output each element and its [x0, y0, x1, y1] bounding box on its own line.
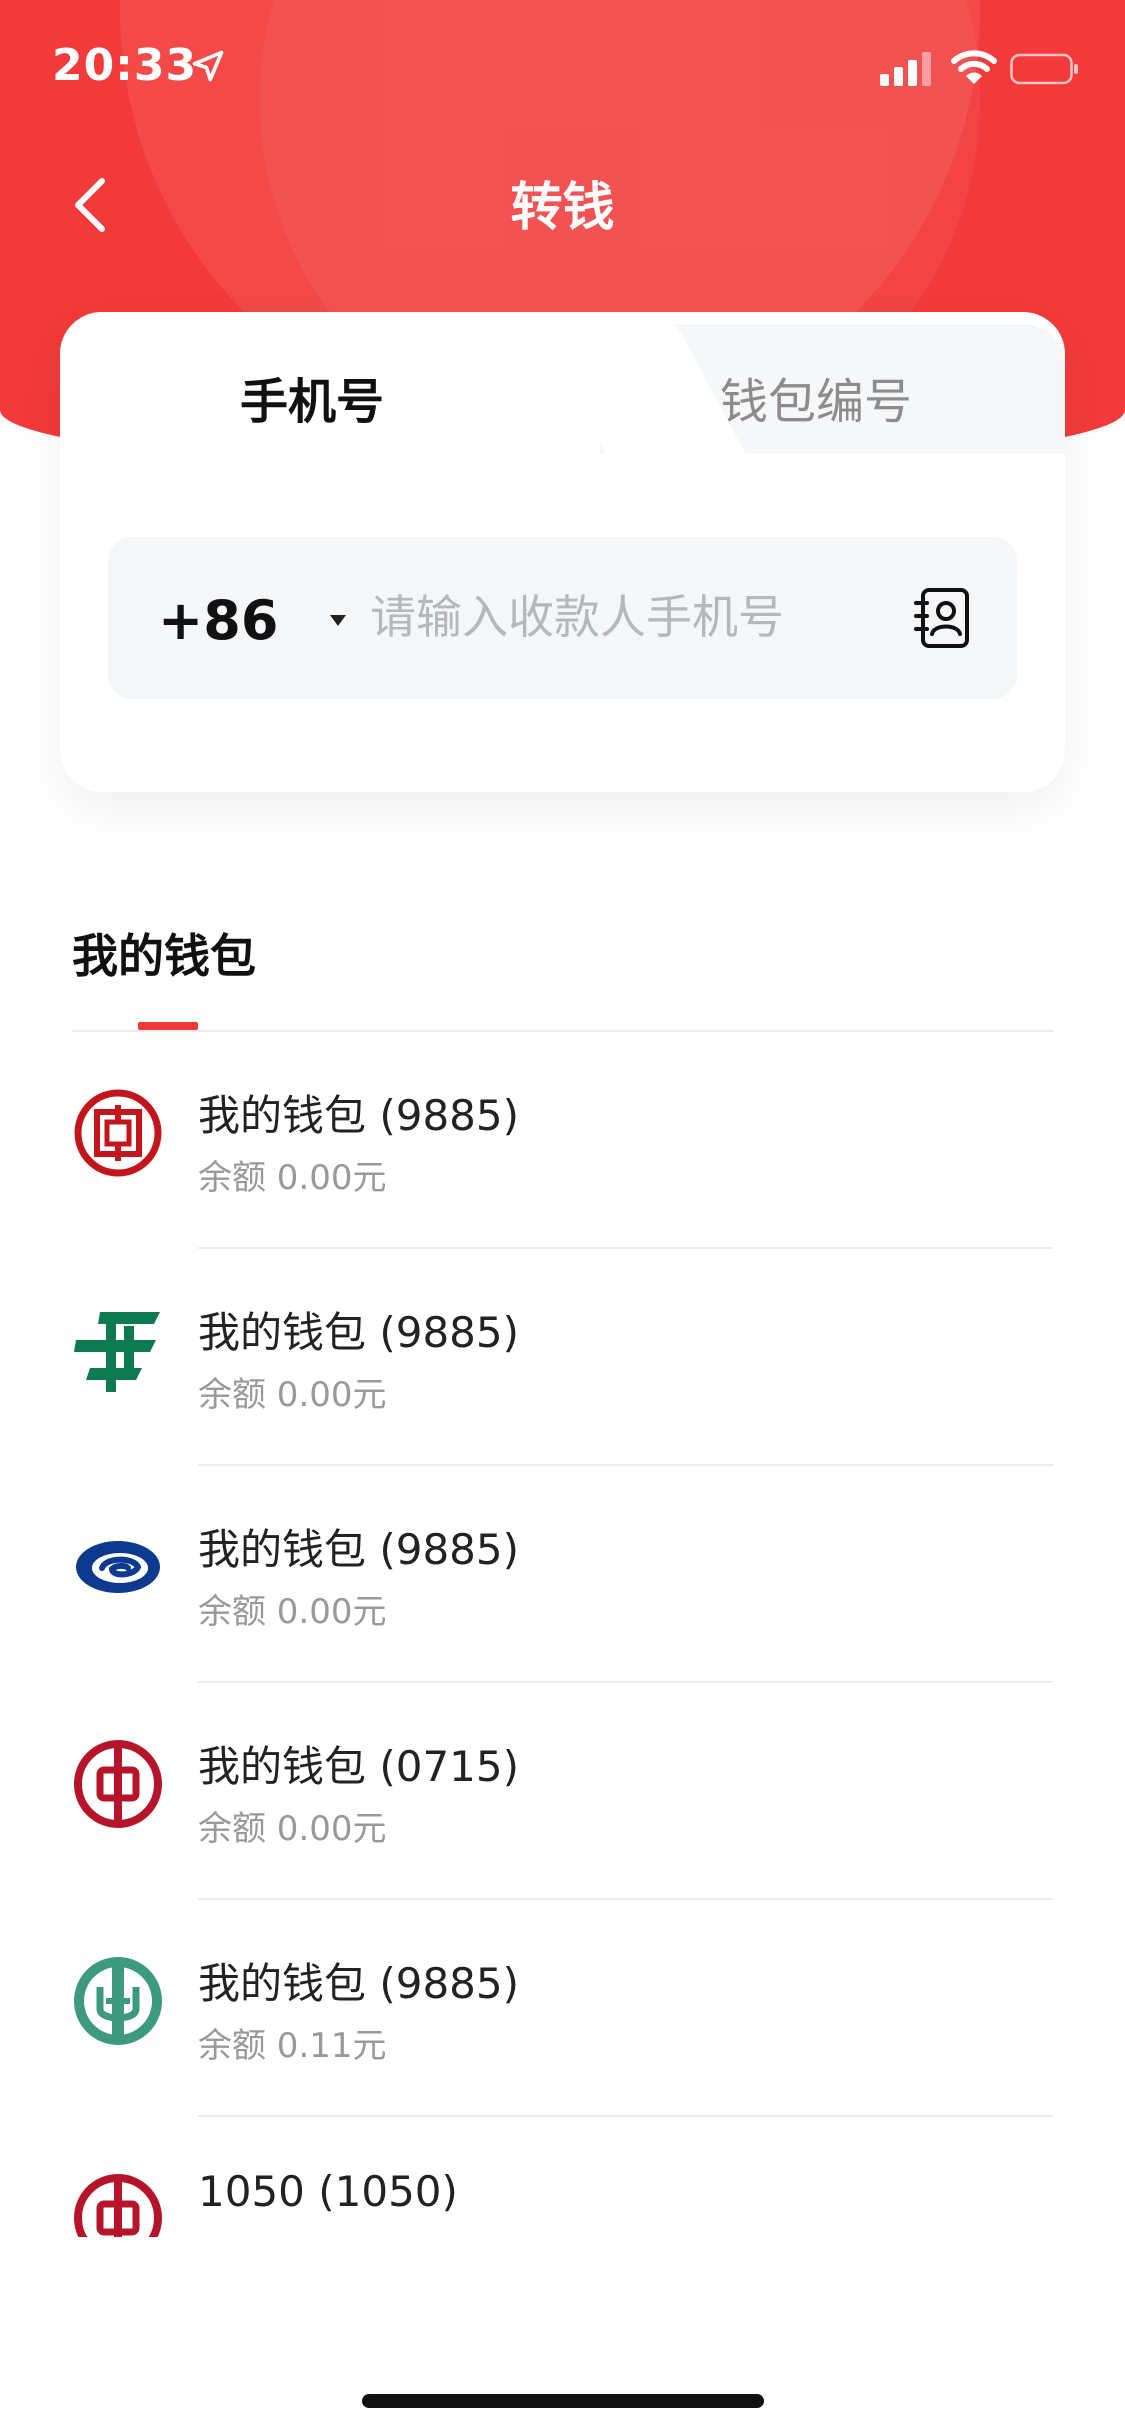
phone-input-box: +86: [108, 537, 1017, 699]
swirl-bank-logo-icon: [76, 1541, 160, 1593]
list-item[interactable]: 我的钱包 (9885) 余额 0.00元: [0, 1249, 1125, 1466]
list-item[interactable]: 我的钱包 (9885) 余额 0.00元: [0, 1032, 1125, 1249]
status-time: 20:33: [52, 40, 198, 91]
wallet-balance: 余额 0.00元: [198, 1592, 387, 1632]
section-title-my-wallet: 我的钱包: [72, 929, 256, 983]
location-arrow-icon: [192, 50, 224, 82]
bank-of-china-logo-icon: [74, 2174, 162, 2237]
wallet-name: 我的钱包 (9885): [198, 1959, 520, 2008]
wallet-name: 我的钱包 (9885): [198, 1308, 520, 1357]
battery-icon: [1010, 53, 1078, 85]
wallet-list: 我的钱包 (9885) 余额 0.00元 我的钱包 (9885) 余额 0.00…: [0, 1032, 1125, 2237]
icbc-logo-icon: [74, 1089, 162, 1177]
phone-input[interactable]: [370, 577, 930, 657]
section-indicator: [138, 1022, 198, 1030]
cellular-signal-icon: [880, 52, 931, 86]
list-item[interactable]: 我的钱包 (9885) 余额 0.11元: [0, 1900, 1125, 2117]
status-bar: 20:33: [0, 0, 1125, 135]
wallet-balance: 余额 0.00元: [198, 1809, 387, 1849]
wallet-name: 我的钱包 (9885): [198, 1525, 520, 1574]
list-item[interactable]: 我的钱包 (9885) 余额 0.00元: [0, 1466, 1125, 1683]
wallet-name: 我的钱包 (0715): [198, 1742, 520, 1791]
contacts-book-icon[interactable]: [913, 587, 973, 649]
wifi-icon: [951, 50, 997, 84]
tab-wallet-number[interactable]: 钱包编号: [720, 362, 912, 432]
list-item[interactable]: 我的钱包 (0715) 余额 0.00元: [0, 1683, 1125, 1900]
country-code-selector[interactable]: +86: [158, 589, 278, 652]
wallet-name: 我的钱包 (9885): [198, 1091, 520, 1140]
wallet-balance: 余额 0.11元: [198, 2026, 387, 2066]
caret-down-icon[interactable]: [330, 615, 346, 626]
page-title: 转钱: [510, 178, 615, 238]
list-item[interactable]: 1050 (1050): [0, 2117, 1125, 2237]
wallet-balance: 余额 0.00元: [198, 1375, 387, 1415]
agricultural-bank-logo-icon: [74, 1957, 162, 2045]
tab-phone-number[interactable]: 手机号: [240, 362, 384, 432]
transfer-card: 手机号 钱包编号 +86: [60, 312, 1065, 792]
postal-savings-logo-icon: [74, 1312, 160, 1392]
bank-of-china-logo-icon: [74, 1740, 162, 1828]
wallet-name: 1050 (1050): [198, 2167, 458, 2216]
home-indicator[interactable]: [362, 2394, 764, 2408]
wallet-balance: 余额 0.00元: [198, 1158, 387, 1198]
